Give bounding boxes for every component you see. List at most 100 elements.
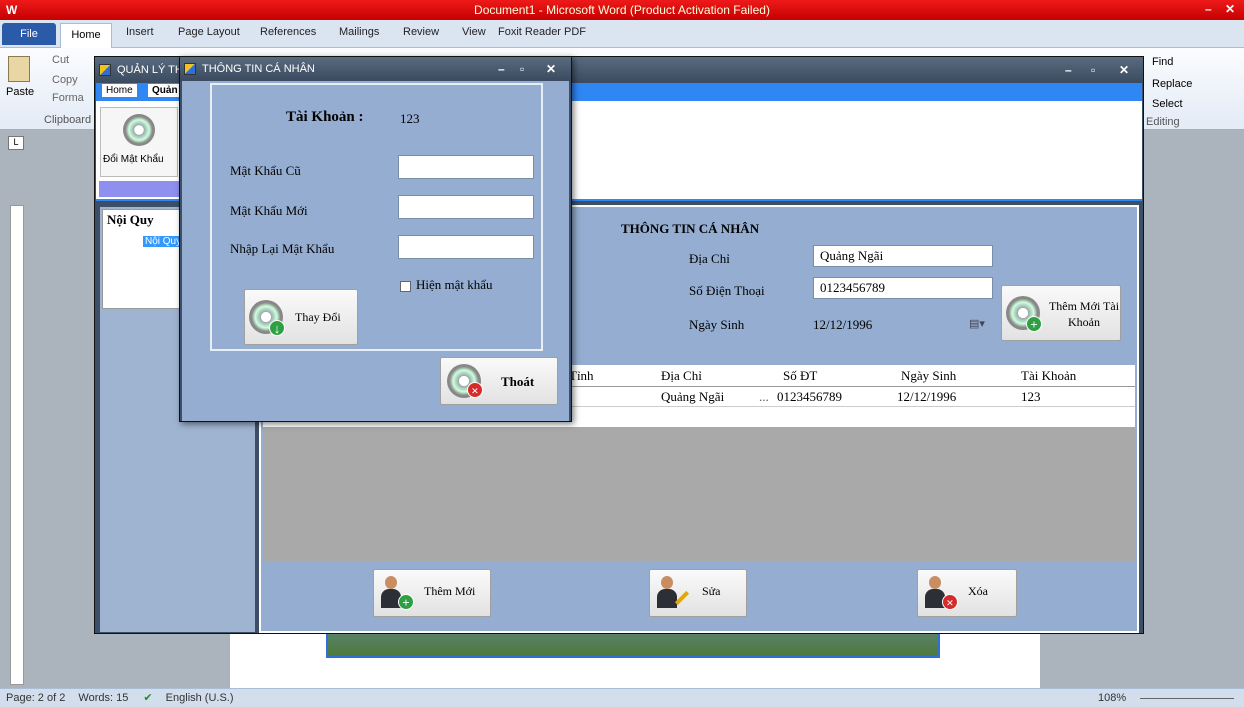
tab-references[interactable]: References [260,26,316,38]
main-close-icon[interactable]: ✕ [1119,57,1129,83]
password-form: Tài Khoản : 123 Mật Khẩu Cũ Mật Khẩu Mới… [210,83,543,351]
confirm-password-input[interactable] [398,235,534,259]
plus-icon: + [1026,316,1042,332]
dialog-body: Tài Khoản : 123 Mật Khẩu Cũ Mật Khẩu Mới… [182,81,569,421]
dialog-close-icon[interactable]: ✕ [546,57,556,81]
col-account[interactable]: Tài Khoản [1021,368,1076,384]
select-button[interactable]: Select [1152,98,1183,110]
x-icon: × [942,594,958,610]
tab-view[interactable]: View [462,26,486,38]
address-label: Địa Chỉ [689,251,730,266]
main-maximize-icon[interactable]: ▫ [1091,57,1095,83]
format-painter-button[interactable]: Forma [52,92,84,104]
tab-review[interactable]: Review [403,26,439,38]
delete-button[interactable]: × Xóa [917,569,1017,617]
old-password-label: Mật Khẩu Cũ [230,163,301,178]
tab-selector-icon[interactable]: L [8,136,24,150]
add-account-button[interactable]: + Thêm Mới Tài Khoản [1001,285,1121,341]
add-button[interactable]: + Thêm Mới [373,569,491,617]
col-address[interactable]: Địa Chỉ [661,368,702,384]
show-password-label[interactable]: Hiện mật khẩu [416,277,493,293]
edit-button-label: Sửa [702,584,721,598]
change-button-label: Thay Đổi [295,310,341,324]
word-close-icon[interactable]: ✕ [1225,0,1235,19]
dialog-maximize-icon[interactable]: ▫ [520,57,524,81]
plus-icon: + [398,594,414,610]
language-indicator[interactable]: English (U.S.) [166,692,234,704]
dialog-title-bar: THÔNG TIN CÁ NHÂN – ▫ ✕ [180,57,571,81]
word-minimize-icon[interactable]: – [1205,0,1212,19]
vertical-ruler [10,205,24,685]
dialog-minimize-icon[interactable]: – [498,57,505,81]
exit-button-label: Thoát [501,374,535,389]
cell-address: Quảng Ngãi [661,389,725,404]
main-minimize-icon[interactable]: – [1065,57,1072,83]
exit-button[interactable]: × Thoát [440,357,558,405]
dob-label: Ngày Sinh [689,317,745,332]
new-password-label: Mật Khẩu Mới [230,203,308,218]
tab-home[interactable]: Home [60,23,112,48]
app-icon [99,64,111,76]
menu-home[interactable]: Home [102,84,137,97]
phone-label: Số Điện Thoại [689,283,765,298]
change-password-label: Đổi Mật Khẩu [103,154,164,165]
new-password-input[interactable] [398,195,534,219]
word-ribbon-tabs: File Home Insert Page Layout References … [0,20,1244,48]
cut-button[interactable]: Cut [52,54,69,66]
change-button[interactable]: ↓ Thay Đổi [244,289,358,345]
account-value: 123 [400,111,420,126]
word-count[interactable]: Words: 15 [78,692,128,704]
edit-button[interactable]: Sửa [649,569,747,617]
cell-phone: 0123456789 [777,389,842,404]
phone-input[interactable]: 0123456789 [813,277,993,299]
status-bar: Page: 2 of 2 Words: 15 ✔ English (U.S.) … [0,688,1244,707]
zoom-level[interactable]: 108% [1098,689,1126,707]
dialog-title-text: THÔNG TIN CÁ NHÂN [202,63,315,75]
tab-mailings[interactable]: Mailings [339,26,379,38]
calendar-dropdown-icon[interactable]: ▤▾ [969,317,985,330]
editing-group-label: Editing [1146,116,1180,128]
page-count[interactable]: Page: 2 of 2 [6,692,65,704]
zoom-slider[interactable] [1140,698,1234,699]
find-button[interactable]: Find [1152,56,1173,68]
main-title-text: QUẢN LÝ TH [117,64,183,76]
word-app-icon[interactable]: W [6,0,17,20]
delete-button-label: Xóa [968,584,988,598]
word-title-text: Document1 - Microsoft Word (Product Acti… [474,3,770,17]
word-title-bar: Document1 - Microsoft Word (Product Acti… [0,0,1244,20]
user-edit-icon [656,576,678,608]
personal-info-dialog: THÔNG TIN CÁ NHÂN – ▫ ✕ Tài Khoản : 123 … [179,56,572,422]
rules-header: Nội Quy [107,212,154,227]
cell-dob: 12/12/1996 [897,389,957,404]
paste-icon[interactable] [8,56,30,82]
tab-foxit[interactable]: Foxit Reader PDF [498,26,586,38]
dob-value[interactable]: 12/12/1996 [813,317,872,333]
confirm-password-label: Nhập Lại Mật Khẩu [230,241,335,256]
add-button-label: Thêm Mới [424,584,476,598]
add-account-label: Thêm Mới Tài Khoản [1048,299,1120,329]
proofing-icon[interactable]: ✔ [143,692,152,704]
download-arrow-icon: ↓ [269,320,285,336]
old-password-input[interactable] [398,155,534,179]
col-province[interactable]: Tỉnh [569,368,594,384]
cell-account: 123 [1021,389,1041,404]
tab-page-layout[interactable]: Page Layout [178,26,240,38]
gear-lock-icon [123,114,155,146]
copy-button[interactable]: Copy [52,74,78,86]
dialog-app-icon [184,63,196,75]
col-phone[interactable]: Số ĐT [783,368,817,384]
paste-label[interactable]: Paste [6,86,34,98]
col-dob[interactable]: Ngày Sinh [901,368,956,384]
address-input[interactable]: Quảng Ngãi [813,245,993,267]
account-label: Tài Khoản : [286,109,364,125]
change-password-ribbon-button[interactable]: Đổi Mật Khẩu [100,107,178,177]
info-title: THÔNG TIN CÁ NHÂN [621,221,760,236]
tab-insert[interactable]: Insert [126,26,154,38]
replace-button[interactable]: Replace [1152,78,1192,90]
clipboard-group-label: Clipboard [44,114,92,126]
rules-item[interactable]: Nội Quy [143,236,184,247]
tab-file[interactable]: File [2,23,56,45]
menu-quan[interactable]: Quản [148,84,182,97]
show-password-checkbox[interactable] [400,281,411,292]
cell-ellipsis[interactable]: ... [759,389,769,405]
